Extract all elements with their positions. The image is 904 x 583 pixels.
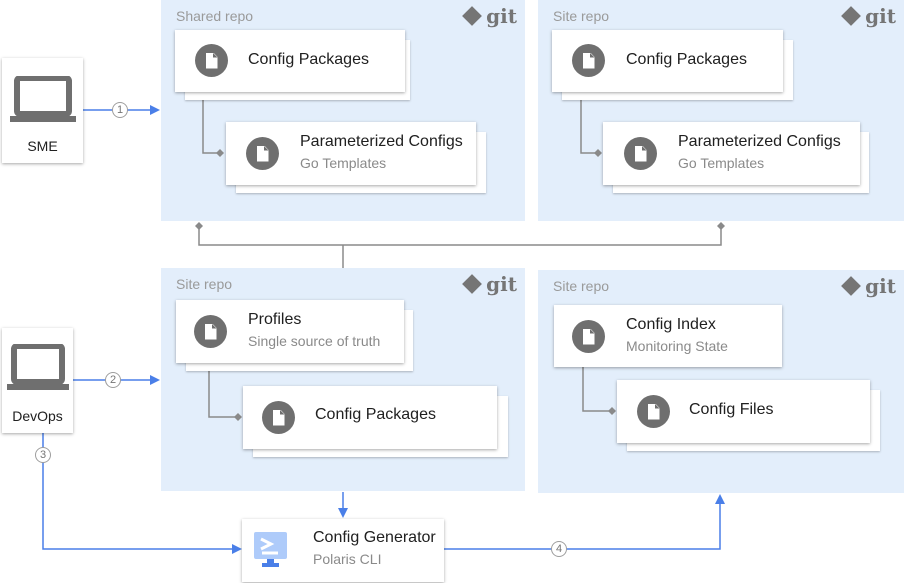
parameterized-configs-card[interactable]: Parameterized Configs Go Templates bbox=[226, 122, 476, 185]
actor-label: DevOps bbox=[12, 408, 63, 424]
arrow-devops-to-generator bbox=[42, 433, 232, 550]
generator-subtitle: Polaris CLI bbox=[313, 551, 382, 567]
devops-actor: DevOps bbox=[2, 328, 73, 433]
actor-label: SME bbox=[27, 138, 58, 154]
document-icon bbox=[195, 44, 228, 77]
laptop-icon bbox=[7, 344, 69, 390]
laptop-icon bbox=[10, 76, 76, 122]
step-badge-2: 2 bbox=[105, 372, 121, 388]
tree-line bbox=[202, 100, 222, 154]
card-subtitle: Go Templates bbox=[300, 155, 387, 171]
config-files-card[interactable]: Config Files bbox=[617, 380, 870, 443]
document-icon bbox=[572, 44, 605, 77]
document-icon bbox=[624, 137, 657, 170]
diamond-marker bbox=[717, 222, 725, 230]
card-title: Config Packages bbox=[626, 51, 747, 68]
step-badge-3: 3 bbox=[35, 447, 51, 463]
document-icon bbox=[637, 395, 670, 428]
config-generator-card[interactable]: Config Generator Polaris CLI bbox=[242, 519, 444, 582]
card-title: Config Packages bbox=[315, 406, 436, 423]
tree-line bbox=[208, 371, 240, 418]
sme-actor: SME bbox=[2, 58, 83, 163]
diamond-marker bbox=[594, 149, 602, 157]
card-subtitle: Monitoring State bbox=[626, 338, 728, 354]
document-icon bbox=[246, 137, 279, 170]
card-title: Config Index bbox=[626, 316, 716, 333]
step-badge-4: 4 bbox=[551, 541, 567, 557]
card-title: Parameterized Configs bbox=[300, 133, 463, 150]
diamond-marker bbox=[216, 149, 224, 157]
diamond-marker bbox=[608, 407, 616, 415]
document-icon bbox=[194, 315, 227, 348]
config-packages-card[interactable]: Config Packages bbox=[175, 30, 405, 92]
card-title: Parameterized Configs bbox=[678, 133, 841, 150]
diamond-marker bbox=[234, 413, 242, 421]
diamond-marker bbox=[195, 222, 203, 230]
arrow-generator-to-index bbox=[444, 504, 721, 550]
tree-line bbox=[580, 100, 600, 154]
step-badge-1: 1 bbox=[112, 102, 128, 118]
tree-line bbox=[582, 367, 614, 412]
card-title: Config Packages bbox=[248, 51, 369, 68]
card-title: Profiles bbox=[248, 311, 302, 328]
repo-link-line bbox=[198, 228, 722, 246]
card-title: Config Files bbox=[689, 401, 774, 418]
card-subtitle: Single source of truth bbox=[248, 333, 381, 349]
generator-title: Config Generator bbox=[313, 529, 436, 546]
terminal-icon bbox=[254, 532, 287, 567]
config-packages-card[interactable]: Config Packages bbox=[243, 386, 497, 449]
document-icon bbox=[262, 401, 295, 434]
document-icon bbox=[572, 320, 605, 353]
card-subtitle: Go Templates bbox=[678, 155, 765, 171]
parameterized-configs-card[interactable]: Parameterized Configs Go Templates bbox=[603, 122, 860, 185]
profiles-card[interactable]: Profiles Single source of truth bbox=[176, 300, 404, 363]
config-packages-card[interactable]: Config Packages bbox=[552, 30, 783, 92]
config-index-card[interactable]: Config Index Monitoring State bbox=[554, 305, 782, 367]
